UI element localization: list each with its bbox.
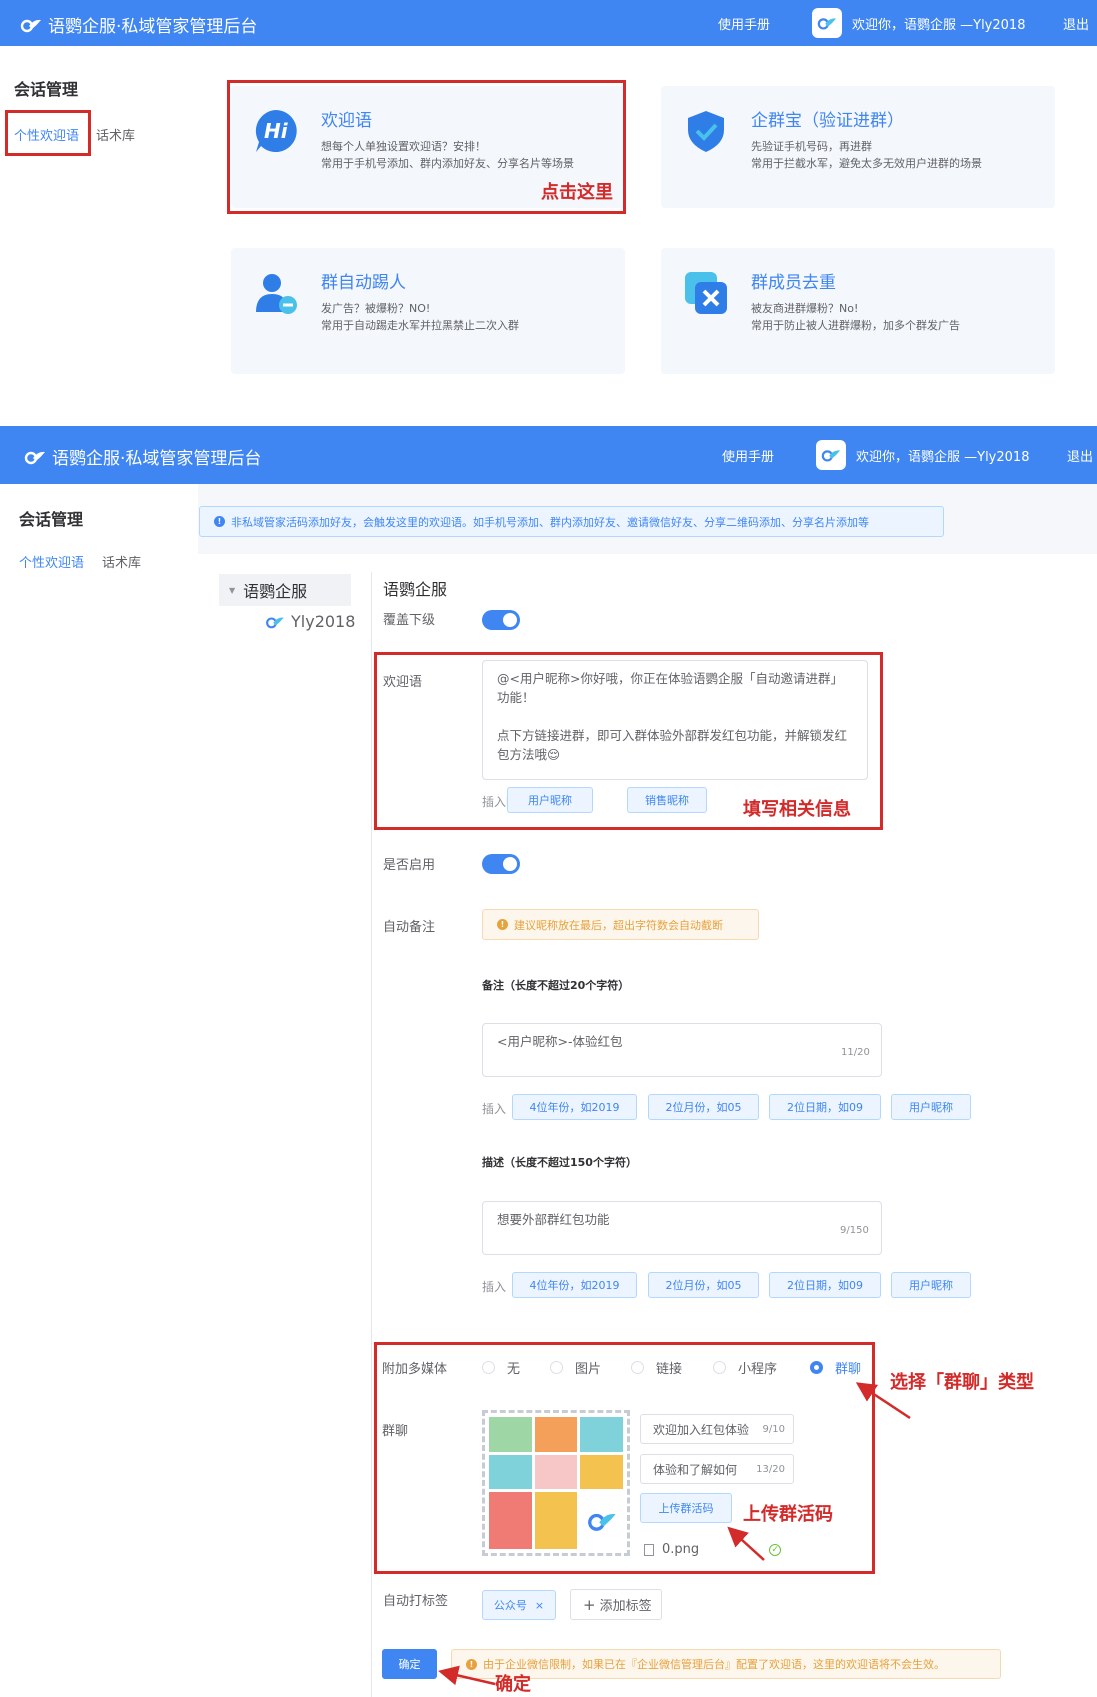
annotation-arrows: [438, 1382, 911, 1686]
arrow-to-confirm-button: [438, 1665, 496, 1686]
arrow-to-group-radio: [855, 1382, 911, 1420]
arrow-to-upload-button: [727, 1526, 765, 1561]
